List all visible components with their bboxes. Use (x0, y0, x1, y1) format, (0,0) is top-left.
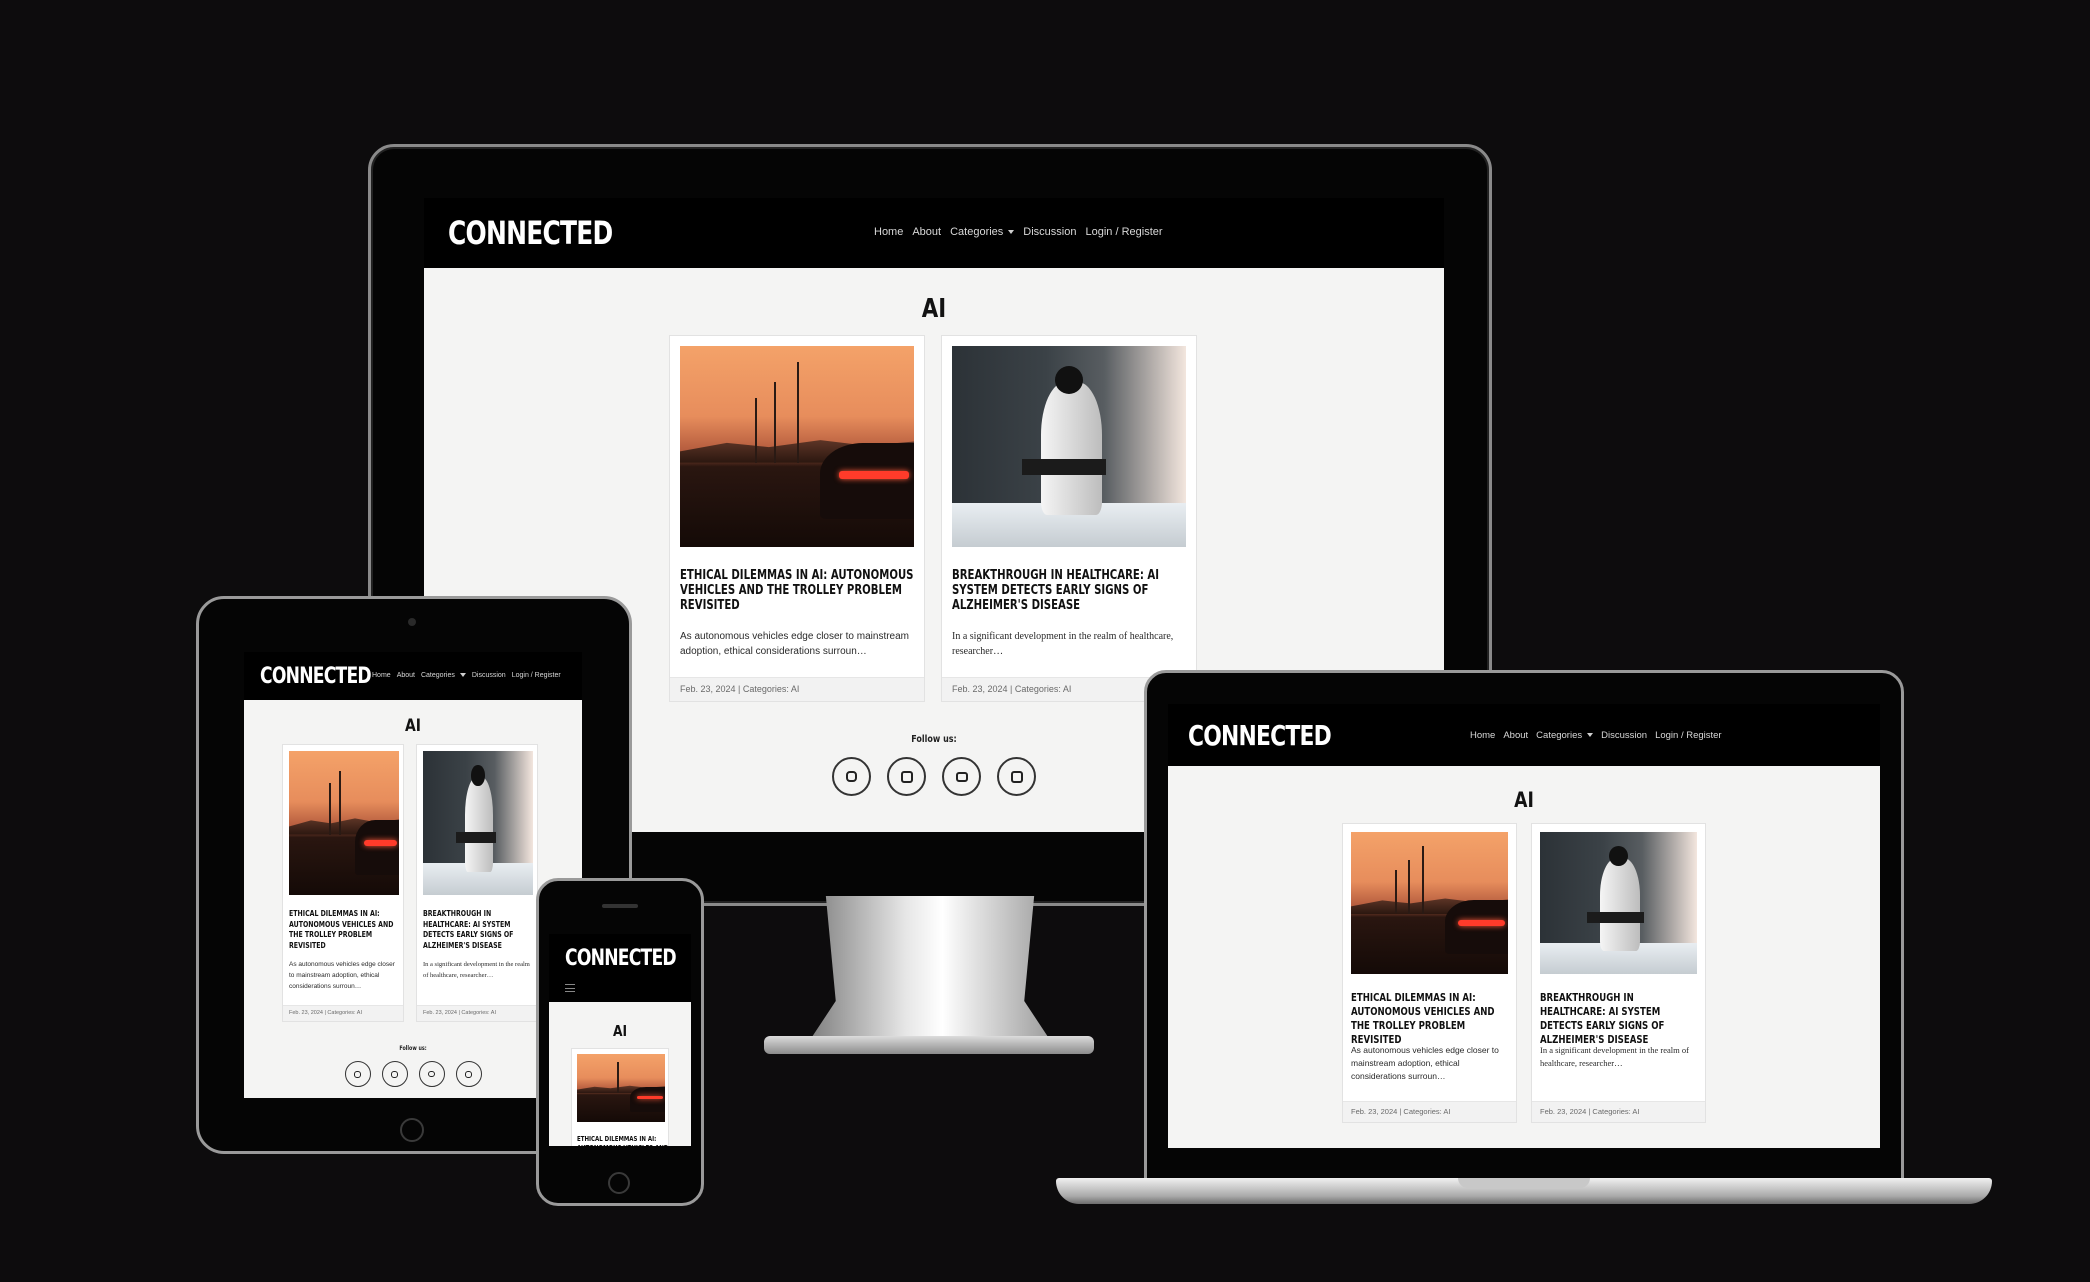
nav-categories[interactable]: Categories (1536, 730, 1593, 741)
hamburger-menu-icon[interactable] (565, 984, 575, 992)
linkedin-icon[interactable] (997, 757, 1036, 796)
nav-about[interactable]: About (912, 226, 941, 238)
laptop: CONNECTED Home About Categories Discussi… (1056, 670, 1992, 1222)
post-excerpt: As autonomous vehicles edge closer to ma… (289, 961, 395, 990)
nav-login-register[interactable]: Login / Register (1655, 730, 1722, 741)
post-image[interactable] (423, 751, 533, 895)
post-title[interactable]: Breakthrough in Healthcare: AI System De… (423, 909, 532, 951)
brand-logo[interactable]: CONNECTED (565, 946, 677, 971)
post-meta: Feb. 23, 2024 | Categories: AI (670, 677, 924, 701)
post-title[interactable]: Breakthrough in Healthcare: AI System De… (952, 568, 1186, 613)
post-card[interactable]: Ethical Dilemmas in AI: Autonomous Vehic… (282, 744, 404, 1022)
post-image[interactable] (577, 1054, 665, 1122)
post-image[interactable] (1351, 832, 1508, 974)
linkedin-icon[interactable] (455, 1061, 482, 1087)
brand-logo[interactable]: CONNECTED (1188, 719, 1332, 752)
nav-about[interactable]: About (1503, 730, 1528, 741)
post-card[interactable]: Ethical Dilemmas in AI: Autonomous Vehic… (571, 1048, 669, 1146)
nav-login-register[interactable]: Login / Register (1085, 226, 1162, 238)
page-title: AI (405, 716, 421, 736)
page-title: AI (612, 1022, 628, 1040)
post-title[interactable]: Breakthrough in Healthcare: AI System De… (1540, 991, 1698, 1047)
post-card[interactable]: Breakthrough in Healthcare: AI System De… (416, 744, 538, 1022)
post-excerpt: In a significant development in the real… (1540, 1045, 1689, 1068)
nav-home[interactable]: Home (1470, 730, 1495, 741)
navbar: CONNECTED Home About Categories Discussi… (424, 198, 1444, 268)
nav-menu: Home About Categories Discussion Login /… (874, 226, 1163, 238)
nav-discussion[interactable]: Discussion (1023, 226, 1076, 238)
nav-discussion[interactable]: Discussion (1601, 730, 1647, 741)
navbar: CONNECTED Home About Categories Discussi… (244, 652, 582, 700)
page-title: AI (921, 294, 947, 324)
nav-categories[interactable]: Categories (421, 672, 466, 679)
youtube-icon[interactable] (942, 757, 981, 796)
nav-about[interactable]: About (397, 672, 415, 679)
nav-discussion[interactable]: Discussion (472, 672, 506, 679)
instagram-icon[interactable] (344, 1061, 371, 1087)
post-meta: Feb. 23, 2024 | Categories: AI (283, 1005, 403, 1021)
post-card[interactable]: Ethical Dilemmas in AI: Autonomous Vehic… (1342, 823, 1517, 1123)
post-excerpt: In a significant development in the real… (952, 631, 1174, 657)
post-meta: Feb. 23, 2024 | Categories: AI (1343, 1101, 1516, 1122)
navbar: CONNECTED Home About Categories Discussi… (1168, 704, 1880, 766)
nav-categories[interactable]: Categories (950, 226, 1014, 238)
post-title[interactable]: Ethical Dilemmas in AI: Autonomous Vehic… (680, 568, 914, 613)
navbar: CONNECTED (549, 934, 691, 1002)
phone-screen: CONNECTED AI Ethical Dilemmas in AI: Aut… (549, 934, 691, 1146)
post-card[interactable]: Breakthrough in Healthcare: AI System De… (1531, 823, 1706, 1123)
facebook-icon[interactable] (381, 1061, 408, 1087)
post-image[interactable] (289, 751, 399, 895)
post-image[interactable] (680, 346, 914, 547)
post-title[interactable]: Ethical Dilemmas in AI: Autonomous Vehic… (577, 1135, 671, 1146)
post-image[interactable] (1540, 832, 1697, 974)
post-card[interactable]: Ethical Dilemmas in AI: Autonomous Vehic… (669, 335, 925, 702)
phone: CONNECTED AI Ethical Dilemmas in AI: Aut… (536, 878, 704, 1206)
instagram-icon[interactable] (832, 757, 871, 796)
follow-label: Follow us: (399, 1045, 427, 1052)
tablet-screen: CONNECTED Home About Categories Discussi… (244, 652, 582, 1098)
laptop-screen: CONNECTED Home About Categories Discussi… (1168, 704, 1880, 1148)
post-meta: Feb. 23, 2024 | Categories: AI (1532, 1101, 1705, 1122)
social-links (244, 1061, 582, 1087)
post-excerpt: As autonomous vehicles edge closer to ma… (680, 631, 910, 657)
nav-login-register[interactable]: Login / Register (512, 672, 561, 679)
post-image[interactable] (952, 346, 1186, 547)
post-meta: Feb. 23, 2024 | Categories: AI (417, 1005, 537, 1021)
page-title: AI (1514, 788, 1534, 812)
nav-menu: Home About Categories Discussion Login /… (372, 672, 561, 679)
nav-menu: Home About Categories Discussion Login /… (1470, 730, 1722, 741)
post-title[interactable]: Ethical Dilemmas in AI: Autonomous Vehic… (289, 909, 398, 951)
post-title[interactable]: Ethical Dilemmas in AI: Autonomous Vehic… (1351, 991, 1509, 1047)
nav-home[interactable]: Home (874, 226, 903, 238)
youtube-icon[interactable] (418, 1061, 445, 1087)
post-card[interactable]: Breakthrough in Healthcare: AI System De… (941, 335, 1197, 702)
post-excerpt: As autonomous vehicles edge closer to ma… (1351, 1045, 1499, 1081)
brand-logo[interactable]: CONNECTED (260, 664, 372, 689)
brand-logo[interactable]: CONNECTED (448, 214, 613, 252)
post-excerpt: In a significant development in the real… (423, 961, 530, 979)
nav-home[interactable]: Home (372, 672, 391, 679)
facebook-icon[interactable] (887, 757, 926, 796)
